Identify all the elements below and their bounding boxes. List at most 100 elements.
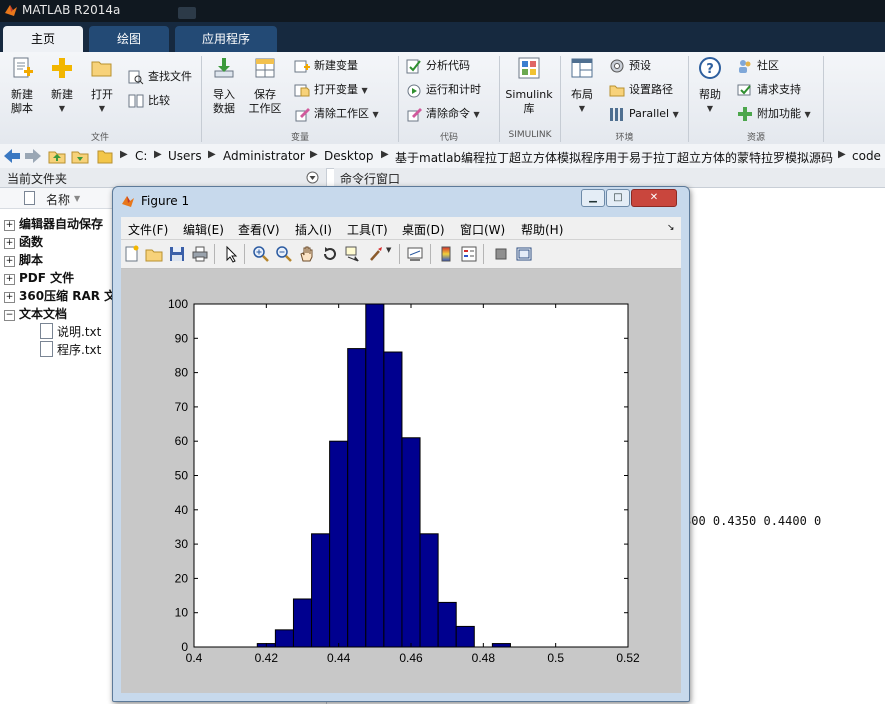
- new-figure-icon[interactable]: [123, 245, 141, 263]
- zoom-out-icon[interactable]: [275, 245, 293, 263]
- import-data-button[interactable]: 导入 数据: [206, 56, 242, 116]
- import-data-label: 导入 数据: [213, 88, 235, 115]
- tree-item-functions[interactable]: + 函数: [4, 233, 43, 250]
- file-item-program[interactable]: 程序.txt: [40, 341, 101, 358]
- brush-dropdown-caret[interactable]: ▼: [386, 246, 391, 254]
- figure-window[interactable]: Figure 1 ▁ □ ✕ 文件(F) 编辑(E) 查看(V) 插入(I) 工…: [112, 186, 690, 702]
- select-arrow-icon[interactable]: [222, 245, 240, 263]
- find-files-icon: [128, 70, 144, 85]
- breadcrumb-administrator[interactable]: Administrator: [223, 149, 305, 163]
- tab-plots[interactable]: 绘图: [89, 26, 169, 52]
- breadcrumb-users[interactable]: Users: [168, 149, 202, 163]
- compare-label: 比较: [148, 94, 170, 107]
- menu-file[interactable]: 文件(F): [128, 221, 168, 238]
- file-item-readme[interactable]: 说明.txt: [40, 323, 101, 340]
- sort-caret-icon: ▼: [74, 194, 81, 203]
- brush-icon[interactable]: [367, 245, 385, 263]
- analyze-code-button[interactable]: 分析代码: [406, 57, 470, 75]
- tree-item-editor-autosave[interactable]: + 编辑器自动保存: [4, 215, 103, 232]
- browse-folder-icon[interactable]: [71, 148, 89, 164]
- preferences-button[interactable]: 预设: [609, 57, 651, 75]
- help-label: 帮助: [699, 88, 721, 101]
- set-path-button[interactable]: 设置路径: [609, 81, 673, 99]
- run-and-time-button[interactable]: 运行和计时: [406, 81, 481, 99]
- preferences-label: 预设: [629, 59, 651, 72]
- hide-plot-tools-icon[interactable]: [492, 245, 510, 263]
- tab-home[interactable]: 主页: [3, 26, 83, 52]
- open-button[interactable]: 打开 ▼: [86, 56, 118, 116]
- help-button[interactable]: ? 帮助 ▼: [694, 56, 726, 116]
- layout-button[interactable]: 布局 ▼: [566, 56, 598, 116]
- save-workspace-button[interactable]: 保存 工作区: [246, 56, 284, 116]
- expand-icon[interactable]: +: [4, 292, 15, 303]
- rotate-3d-icon[interactable]: [321, 245, 339, 263]
- close-button[interactable]: ✕: [631, 189, 677, 207]
- command-window-title: 命令行窗口: [340, 172, 401, 186]
- menu-window[interactable]: 窗口(W): [460, 221, 505, 238]
- up-folder-icon[interactable]: [48, 148, 66, 164]
- request-support-button[interactable]: 请求支持: [737, 81, 801, 99]
- parallel-label: Parallel: [629, 107, 670, 120]
- open-variable-button[interactable]: 打开变量 ▼: [294, 81, 368, 99]
- collapse-icon[interactable]: −: [4, 310, 15, 321]
- menu-dock-icon[interactable]: ↘: [667, 223, 675, 233]
- breadcrumb-separator: ▶: [381, 149, 389, 160]
- link-plot-icon[interactable]: [406, 245, 424, 263]
- clear-commands-button[interactable]: 清除命令 ▼: [406, 105, 480, 123]
- show-plot-tools-icon[interactable]: [515, 245, 533, 263]
- tree-item-scripts[interactable]: + 脚本: [4, 251, 43, 268]
- community-label: 社区: [757, 59, 779, 72]
- y-tick-label: 60: [175, 434, 189, 448]
- expand-icon[interactable]: +: [4, 274, 15, 285]
- zoom-in-icon[interactable]: [252, 245, 270, 263]
- open-file-icon[interactable]: [145, 245, 163, 263]
- parallel-button[interactable]: Parallel ▼: [609, 105, 679, 123]
- clear-workspace-button[interactable]: 清除工作区 ▼: [294, 105, 379, 123]
- address-bar: ▶ C: ▶ Users ▶ Administrator ▶ Desktop ▶…: [0, 144, 885, 169]
- compare-button[interactable]: 比较: [128, 92, 170, 110]
- histogram-bar: [491, 643, 511, 648]
- breadcrumb-code[interactable]: code: [852, 149, 881, 163]
- expand-icon[interactable]: +: [4, 256, 15, 267]
- tree-item-pdf-files[interactable]: + PDF 文件: [4, 269, 74, 286]
- pan-hand-icon[interactable]: [298, 245, 316, 263]
- addons-button[interactable]: 附加功能 ▼: [737, 105, 811, 123]
- menu-tools[interactable]: 工具(T): [347, 221, 388, 238]
- menu-view[interactable]: 查看(V): [238, 221, 280, 238]
- find-files-button[interactable]: 查找文件: [128, 68, 192, 86]
- tab-apps[interactable]: 应用程序: [175, 26, 277, 52]
- breadcrumb-project-folder[interactable]: 基于matlab编程拉丁超立方体模拟程序用于易于拉丁超立方体的蒙特拉罗模拟源码: [395, 149, 833, 166]
- figure-canvas[interactable]: 0.4 0.42 0.44 0.46 0.48 0.5 0.52 0 10 20 30 40 50 60 7…: [121, 269, 681, 693]
- save-icon[interactable]: [168, 245, 186, 263]
- histogram-plot[interactable]: 0.4 0.42 0.44 0.46 0.48 0.5 0.52 0 10 20 30 40 50 60 7…: [121, 269, 681, 693]
- tree-item-label: 编辑器自动保存: [19, 217, 104, 231]
- legend-icon[interactable]: [460, 245, 478, 263]
- minimize-button[interactable]: ▁: [581, 189, 605, 207]
- back-arrow-icon[interactable]: [4, 149, 20, 163]
- breadcrumb-desktop[interactable]: Desktop: [324, 149, 374, 163]
- maximize-button[interactable]: □: [606, 189, 630, 207]
- tree-item-text-documents[interactable]: − 文本文档: [4, 305, 67, 322]
- current-folder-title: 当前文件夹: [7, 172, 68, 186]
- layout-caret: ▼: [578, 104, 586, 113]
- menu-insert[interactable]: 插入(I): [295, 221, 332, 238]
- help-icon: ?: [699, 57, 721, 79]
- menu-edit[interactable]: 编辑(E): [183, 221, 224, 238]
- breadcrumb-c[interactable]: C:: [135, 149, 147, 163]
- colorbar-icon[interactable]: [437, 245, 455, 263]
- print-icon[interactable]: [191, 245, 209, 263]
- new-button[interactable]: 新建 ▼: [46, 56, 78, 116]
- tree-item-rar-files[interactable]: +360压缩 RAR 文件: [4, 287, 128, 304]
- new-script-button[interactable]: 新建 脚本: [4, 56, 40, 116]
- data-cursor-icon[interactable]: [344, 245, 362, 263]
- expand-icon[interactable]: +: [4, 220, 15, 231]
- matlab-logo-icon: [5, 5, 17, 16]
- panel-actions-icon[interactable]: [306, 171, 319, 184]
- expand-icon[interactable]: +: [4, 238, 15, 249]
- new-variable-button[interactable]: 新建变量: [294, 57, 358, 75]
- community-button[interactable]: 社区: [737, 57, 779, 75]
- simulink-library-button[interactable]: Simulink 库: [503, 56, 555, 116]
- menu-desktop[interactable]: 桌面(D): [402, 221, 445, 238]
- forward-arrow-icon[interactable]: [25, 149, 41, 163]
- menu-help[interactable]: 帮助(H): [521, 221, 563, 238]
